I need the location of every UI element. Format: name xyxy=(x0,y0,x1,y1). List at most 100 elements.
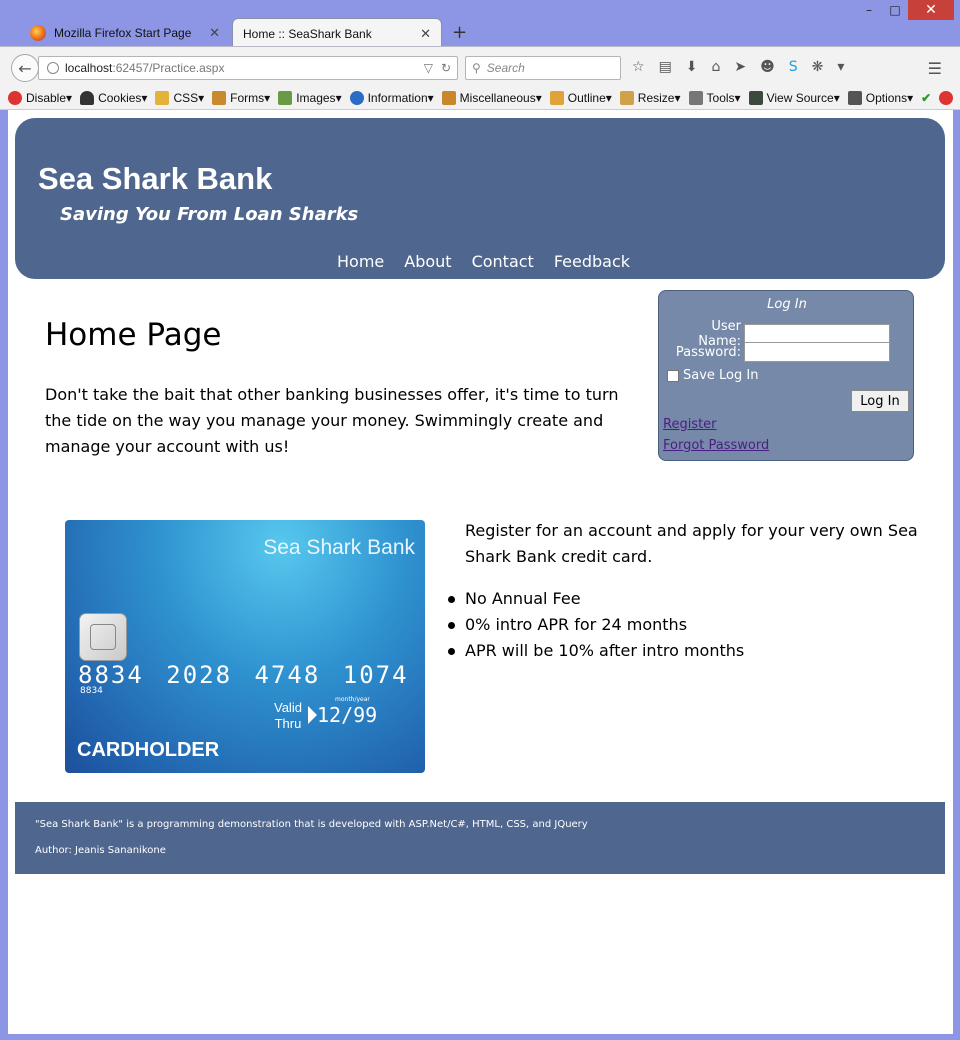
wd-cookies[interactable]: Cookies ▾ xyxy=(80,90,147,105)
search-input[interactable]: ⚲ Search xyxy=(465,56,621,80)
globe-icon xyxy=(47,62,59,74)
password-field[interactable] xyxy=(744,342,890,362)
tab-label: Home :: SeaShark Bank xyxy=(243,26,372,41)
card-chip xyxy=(79,613,127,661)
credit-card-image: Sea Shark Bank 8834 2028 4748 1074 8834 … xyxy=(65,520,425,773)
wd-forms[interactable]: Forms ▾ xyxy=(212,90,270,105)
tools-icon xyxy=(688,90,703,105)
url-path: :62457/Practice.aspx xyxy=(112,61,225,75)
download-icon[interactable]: ⬇ xyxy=(686,59,698,75)
bookmark-star-icon[interactable]: ☆ xyxy=(632,59,645,75)
card-bank-name: Sea Shark Bank xyxy=(263,536,415,559)
view-source-icon xyxy=(748,90,763,105)
intro-paragraph: Don't take the bait that other banking b… xyxy=(45,385,619,456)
login-button[interactable]: Log In xyxy=(851,390,909,412)
firefox-icon xyxy=(30,25,46,41)
close-tab-icon[interactable]: ✕ xyxy=(209,25,220,41)
images-icon xyxy=(278,90,293,105)
options-icon xyxy=(847,90,862,105)
cookies-icon xyxy=(80,90,95,105)
toolbar-icons: ☆ ▤ ⬇ ⌂ ➤ ☻ S ❋ ▾ xyxy=(632,59,844,75)
site-header: Sea Shark Bank Saving You From Loan Shar… xyxy=(15,118,945,279)
nav-contact[interactable]: Contact xyxy=(472,252,534,271)
nav-feedback[interactable]: Feedback xyxy=(554,252,630,271)
main-nav: Home About Contact Feedback xyxy=(337,252,630,271)
wd-images[interactable]: Images ▾ xyxy=(278,90,342,105)
url-bar[interactable]: localhost:62457/Practice.aspx ▽ ↻ xyxy=(38,56,458,80)
reading-list-icon[interactable]: ▤ xyxy=(659,59,672,75)
send-icon[interactable]: ➤ xyxy=(734,59,746,75)
save-login-label: Save Log In xyxy=(683,368,759,383)
card-valid-label: Valid xyxy=(274,700,302,715)
wd-information[interactable]: Information ▾ xyxy=(349,90,434,105)
web-developer-toolbar: Disable ▾ Cookies ▾ CSS ▾ Forms ▾ Images ▾ In… xyxy=(0,86,960,110)
new-tab-icon[interactable]: + xyxy=(452,22,467,43)
smiley-icon[interactable]: ☻ xyxy=(760,59,775,75)
card-thru-label: Thru xyxy=(274,716,302,731)
miscellaneous-icon xyxy=(441,90,456,105)
tab-firefox-start[interactable]: Mozilla Firefox Start Page ✕ xyxy=(20,18,230,48)
list-item: APR will be 10% after intro months xyxy=(448,638,744,664)
dropdown-icon[interactable]: ▽ xyxy=(424,61,433,75)
tab-label: Mozilla Firefox Start Page xyxy=(54,26,192,40)
css-icon xyxy=(155,90,170,105)
footer-description: "Sea Shark Bank" is a programming demons… xyxy=(35,819,588,830)
password-label: Password: xyxy=(675,344,741,360)
forms-icon xyxy=(212,90,227,105)
resize-icon xyxy=(619,90,634,105)
bullet-icon xyxy=(448,621,455,629)
wd-options[interactable]: Options ▾ xyxy=(847,90,913,105)
reload-icon[interactable]: ↻ xyxy=(441,61,451,75)
bullet-icon xyxy=(448,647,455,655)
password-row: Password: xyxy=(669,342,890,362)
page-viewport: Sea Shark Bank Saving You From Loan Shar… xyxy=(8,110,953,1034)
footer-author: Author: Jeanis Sananikone xyxy=(35,845,166,856)
overflow-icon[interactable]: ▾ xyxy=(837,59,844,75)
card-month-year-label: month/year xyxy=(335,696,370,703)
error-dot xyxy=(939,90,954,105)
nav-about[interactable]: About xyxy=(404,252,451,271)
wd-view-source[interactable]: View Source ▾ xyxy=(748,90,840,105)
features-list: No Annual Fee 0% intro APR for 24 months… xyxy=(448,586,744,664)
card-arrow-icon xyxy=(308,706,317,724)
wd-resize[interactable]: Resize ▾ xyxy=(619,90,681,105)
wd-disable[interactable]: Disable ▾ xyxy=(8,90,72,105)
tab-seashark-home[interactable]: Home :: SeaShark Bank ✕ xyxy=(232,18,442,48)
search-icon: ⚲ xyxy=(472,61,481,75)
error-icon[interactable] xyxy=(939,90,957,105)
register-link[interactable]: Register xyxy=(663,417,717,432)
username-field[interactable] xyxy=(744,324,890,344)
browser-window: – □ ✕ Mozilla Firefox Start Page ✕ Home … xyxy=(0,0,960,1040)
list-item: No Annual Fee xyxy=(448,586,744,612)
wd-miscellaneous[interactable]: Miscellaneous ▾ xyxy=(441,90,542,105)
url-host: localhost xyxy=(65,61,113,75)
wd-css[interactable]: CSS ▾ xyxy=(155,90,204,105)
save-login-checkbox[interactable] xyxy=(667,369,679,382)
promo-text: Register for an account and apply for yo… xyxy=(465,521,918,566)
close-tab-icon[interactable]: ✕ xyxy=(420,26,431,42)
login-panel: Log In User Name: Password: Save Log In … xyxy=(658,290,914,461)
chip-contacts xyxy=(90,624,116,650)
site-footer: "Sea Shark Bank" is a programming demons… xyxy=(15,802,945,874)
home-icon[interactable]: ⌂ xyxy=(712,59,721,75)
outline-icon xyxy=(549,90,564,105)
wd-tools[interactable]: Tools ▾ xyxy=(688,90,741,105)
nav-home[interactable]: Home xyxy=(337,252,384,271)
card-number: 8834 2028 4748 1074 xyxy=(78,661,409,689)
list-item: 0% intro APR for 24 months xyxy=(448,612,744,638)
card-small-number: 8834 xyxy=(80,686,103,696)
site-tagline: Saving You From Loan Sharks xyxy=(60,204,359,225)
wd-outline[interactable]: Outline ▾ xyxy=(549,90,612,105)
card-valid-thru: Valid Thru xyxy=(274,700,302,732)
menu-icon[interactable]: ☰ xyxy=(928,59,942,78)
disable-icon xyxy=(8,90,22,105)
page-title: Home Page xyxy=(45,317,222,353)
card-holder: CARDHOLDER xyxy=(77,739,220,761)
forgot-password-link[interactable]: Forgot Password xyxy=(663,438,769,453)
check-icon[interactable]: ✔ xyxy=(921,91,931,105)
bug-icon[interactable]: ❋ xyxy=(812,59,824,75)
back-button[interactable]: ← xyxy=(11,54,39,82)
navigation-bar: localhost:62457/Practice.aspx ▽ ↻ ← ⚲ Se… xyxy=(0,46,960,86)
save-login-row: Save Log In xyxy=(667,368,758,383)
skype-icon[interactable]: S xyxy=(789,59,798,75)
